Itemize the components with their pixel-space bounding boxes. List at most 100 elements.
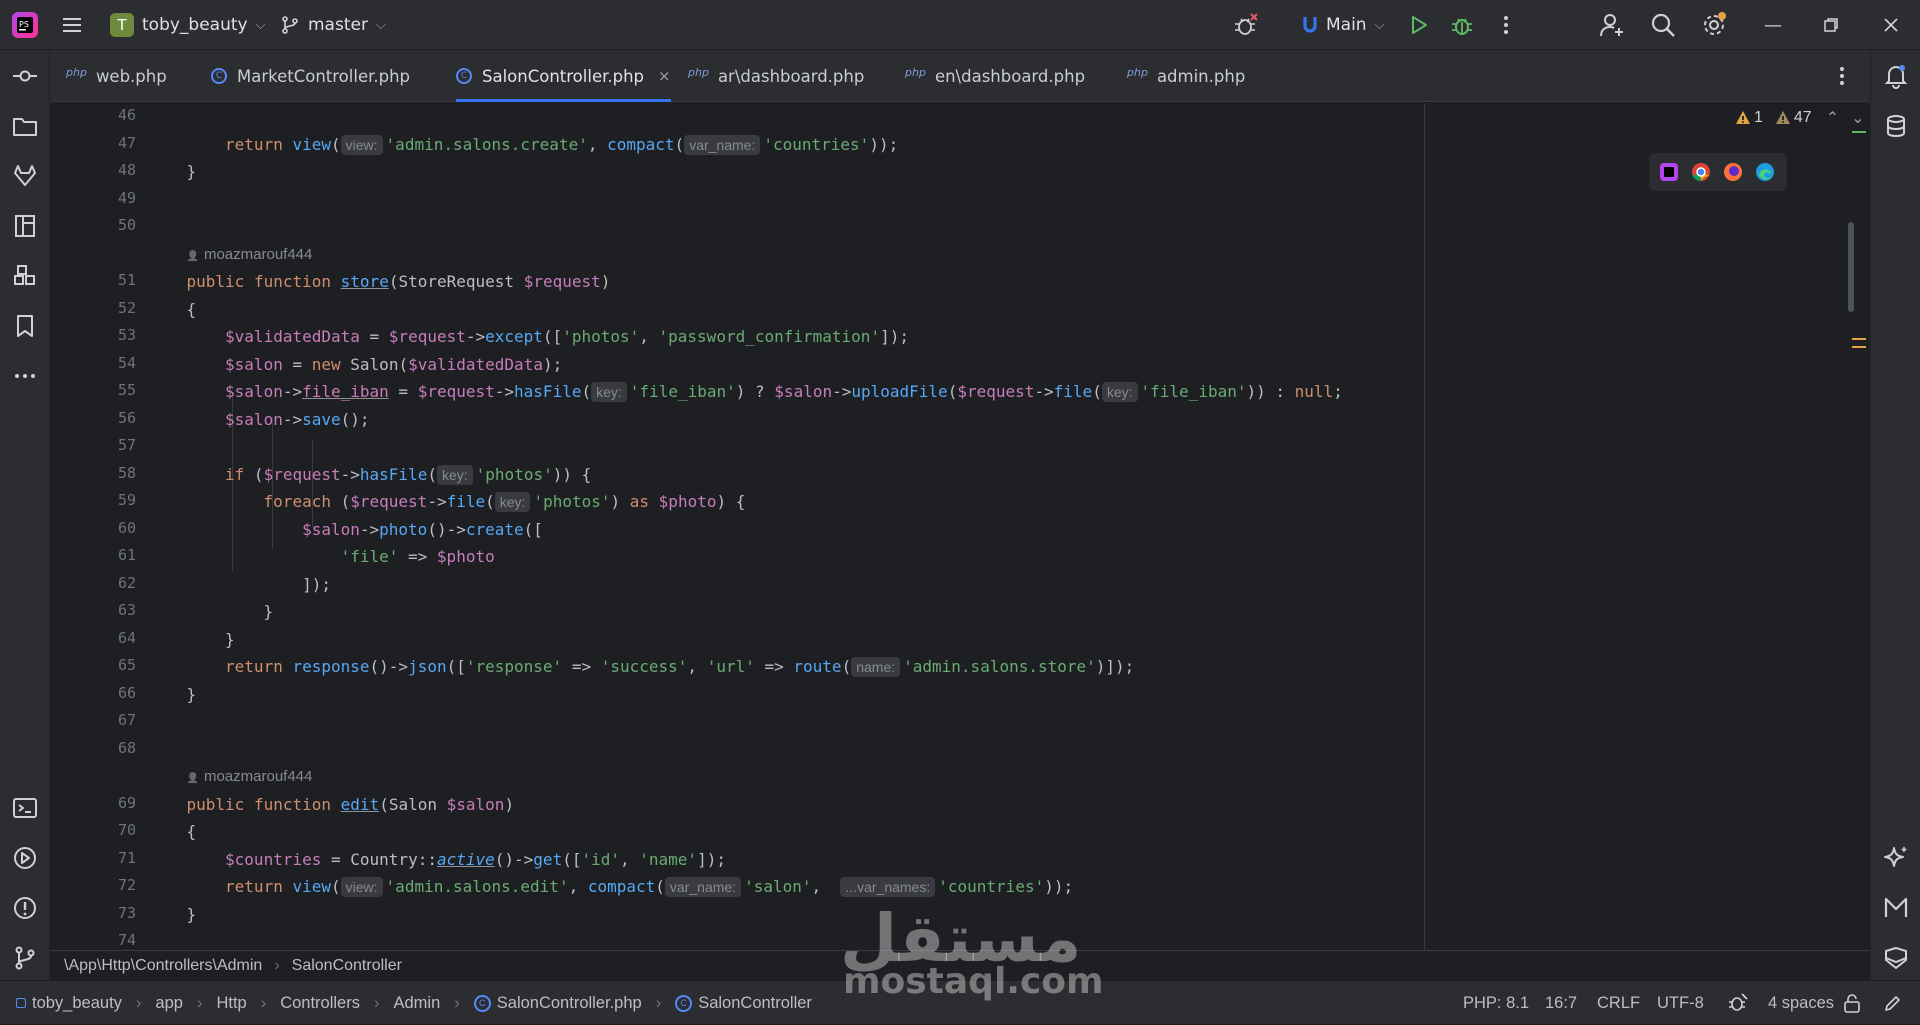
code-line-61: 'file' => $photo: [340, 547, 495, 566]
tab-label: admin.php: [1156, 66, 1246, 86]
commit-icon[interactable]: [0, 56, 50, 96]
problems-icon[interactable]: [0, 888, 50, 928]
inlay-hint: key:: [591, 382, 627, 402]
line-number: 52: [117, 298, 136, 317]
status-crumb-class[interactable]: SalonController: [698, 994, 812, 1013]
run-configuration-selector[interactable]: Main ⌵: [1302, 0, 1384, 50]
close-tab-icon[interactable]: ×: [658, 67, 671, 85]
tab-web-php[interactable]: php web.php: [66, 50, 167, 102]
code-token: 'id': [581, 849, 620, 869]
code-token: 'file': [340, 547, 399, 566]
status-breadcrumb: toby_beauty › app › Http › Controllers ›…: [16, 981, 812, 1025]
chevron-down-icon: ⌵: [255, 17, 266, 33]
settings-gear-icon[interactable]: [1700, 0, 1728, 50]
hamburger-menu-icon[interactable]: [60, 0, 84, 50]
line-number: 68: [117, 738, 136, 757]
bookmarks-icon[interactable]: [0, 306, 50, 346]
file-encoding[interactable]: UTF-8: [1657, 981, 1704, 1025]
tab-en-dashboard[interactable]: php en\dashboard.php: [905, 50, 1085, 102]
edit-file-icon[interactable]: [1883, 981, 1903, 1025]
code-line-56: $salon->save();: [225, 409, 370, 429]
plugins-blocks-icon[interactable]: [0, 256, 50, 296]
line-separator[interactable]: CRLF: [1597, 981, 1640, 1025]
main-menu-logo[interactable]: PS: [10, 0, 40, 50]
git-icon[interactable]: [0, 938, 50, 978]
firefox-icon[interactable]: [1723, 162, 1743, 182]
line-number-gutter: 46 47 48 49 50 51 52 53 54 55 56 57 58 59 60 61 62 63 64 65…: [50, 103, 136, 950]
notifications-bell-icon[interactable]: [1871, 56, 1920, 96]
code-editor[interactable]: 46 47 48 49 50 51 52 53 54 55 56 57 58 59 60 61 62 63 64 65…: [50, 103, 1870, 950]
caret-position[interactable]: 16:7: [1545, 981, 1577, 1025]
tab-admin-php[interactable]: php admin.php: [1127, 50, 1245, 102]
code-author-hint[interactable]: 👤 moazmarouf444: [187, 768, 313, 785]
vcs-branch-switcher[interactable]: master ⌵: [280, 0, 386, 50]
run-button[interactable]: [1408, 0, 1430, 50]
terminal-icon[interactable]: [0, 788, 50, 828]
database-icon[interactable]: [1871, 106, 1920, 146]
gitlab-icon[interactable]: [0, 156, 50, 196]
status-crumb-admin[interactable]: Admin: [393, 994, 440, 1013]
code-author-hint[interactable]: 👤 moazmarouf444: [187, 246, 313, 263]
code-line-65: return response()->json(['response' => '…: [225, 657, 1135, 677]
more-tool-windows-icon[interactable]: [0, 356, 50, 396]
inspection-widget[interactable]: 1 47 ⌃ ⌄: [1735, 108, 1865, 128]
code-token: if: [225, 464, 245, 484]
php-file-icon: php: [688, 65, 709, 79]
services-icon[interactable]: [0, 838, 50, 878]
breadcrumb-namespace[interactable]: \App\Http\Controllers\Admin: [64, 957, 262, 975]
code-token: $photo: [436, 547, 495, 566]
restore-window-button[interactable]: [1806, 0, 1856, 50]
code-token: 'photos': [533, 492, 611, 511]
code-with-me-icon[interactable]: [1598, 0, 1626, 50]
php-file-icon: php: [1127, 65, 1148, 79]
status-crumb-http[interactable]: Http: [216, 994, 246, 1013]
status-crumb-project[interactable]: toby_beauty: [32, 994, 122, 1013]
debug-listener-icon[interactable]: [1727, 981, 1749, 1025]
line-number: 54: [117, 353, 136, 372]
code-line-60: $salon->photo()->create([: [302, 519, 543, 539]
search-icon[interactable]: [1650, 0, 1676, 50]
tab-label: SalonController.php: [482, 66, 645, 86]
status-crumb-file[interactable]: SalonController.php: [497, 994, 642, 1013]
code-token: store: [340, 272, 389, 291]
chrome-icon[interactable]: [1691, 162, 1711, 182]
project-folder-icon[interactable]: [0, 106, 50, 146]
play-icon: [1412, 16, 1427, 34]
code-line-48: }: [187, 161, 197, 183]
tab-options-icon[interactable]: [1832, 50, 1852, 102]
phpstorm-browser-icon[interactable]: [1659, 162, 1679, 182]
next-problem-icon[interactable]: ⌄: [1851, 108, 1864, 128]
php-language-level[interactable]: PHP: 8.1: [1463, 981, 1529, 1025]
debug-button[interactable]: [1450, 0, 1474, 50]
more-actions-icon[interactable]: [1496, 0, 1516, 50]
code-token: view: [292, 877, 331, 896]
code-token: }: [186, 162, 197, 181]
ai-assistant-sparkle-icon[interactable]: [1871, 838, 1920, 878]
indent-setting[interactable]: 4 spaces: [1768, 981, 1834, 1025]
tab-marketcontroller[interactable]: C MarketController.php: [211, 50, 410, 102]
tab-saloncontroller[interactable]: C SalonController.php ×: [456, 50, 671, 102]
debug-stopped-icon[interactable]: [1232, 0, 1260, 50]
minimize-window-button[interactable]: —: [1748, 0, 1798, 50]
code-token: 'admin.salons.create': [385, 134, 588, 154]
status-crumb-controllers[interactable]: Controllers: [280, 994, 360, 1013]
open-in-browser-popup: [1649, 153, 1787, 191]
scrollbar-thumb[interactable]: [1848, 222, 1854, 312]
tab-ar-dashboard[interactable]: php ar\dashboard.php: [688, 50, 864, 102]
class-icon: C: [675, 994, 693, 1012]
chevron-right-icon: ›: [260, 993, 267, 1012]
copilot-chat-icon[interactable]: [1871, 938, 1920, 978]
git-branch-icon: [282, 16, 298, 34]
structure-icon[interactable]: [0, 206, 50, 246]
lock-icon[interactable]: [1843, 981, 1861, 1025]
code-line-53: $validatedData = $request->except(['phot…: [225, 327, 909, 346]
previous-problem-icon[interactable]: ⌃: [1826, 108, 1839, 128]
status-crumb-app[interactable]: app: [155, 994, 183, 1013]
markdown-m-icon[interactable]: [1871, 888, 1920, 928]
code-area[interactable]: return view(view:'admin.salons.create', …: [136, 103, 1866, 950]
code-token: $salon: [446, 794, 505, 814]
breadcrumb-class[interactable]: SalonController: [292, 957, 402, 975]
project-switcher[interactable]: T toby_beauty ⌵: [110, 0, 265, 50]
close-window-button[interactable]: [1866, 0, 1916, 50]
edge-icon[interactable]: [1755, 162, 1775, 182]
